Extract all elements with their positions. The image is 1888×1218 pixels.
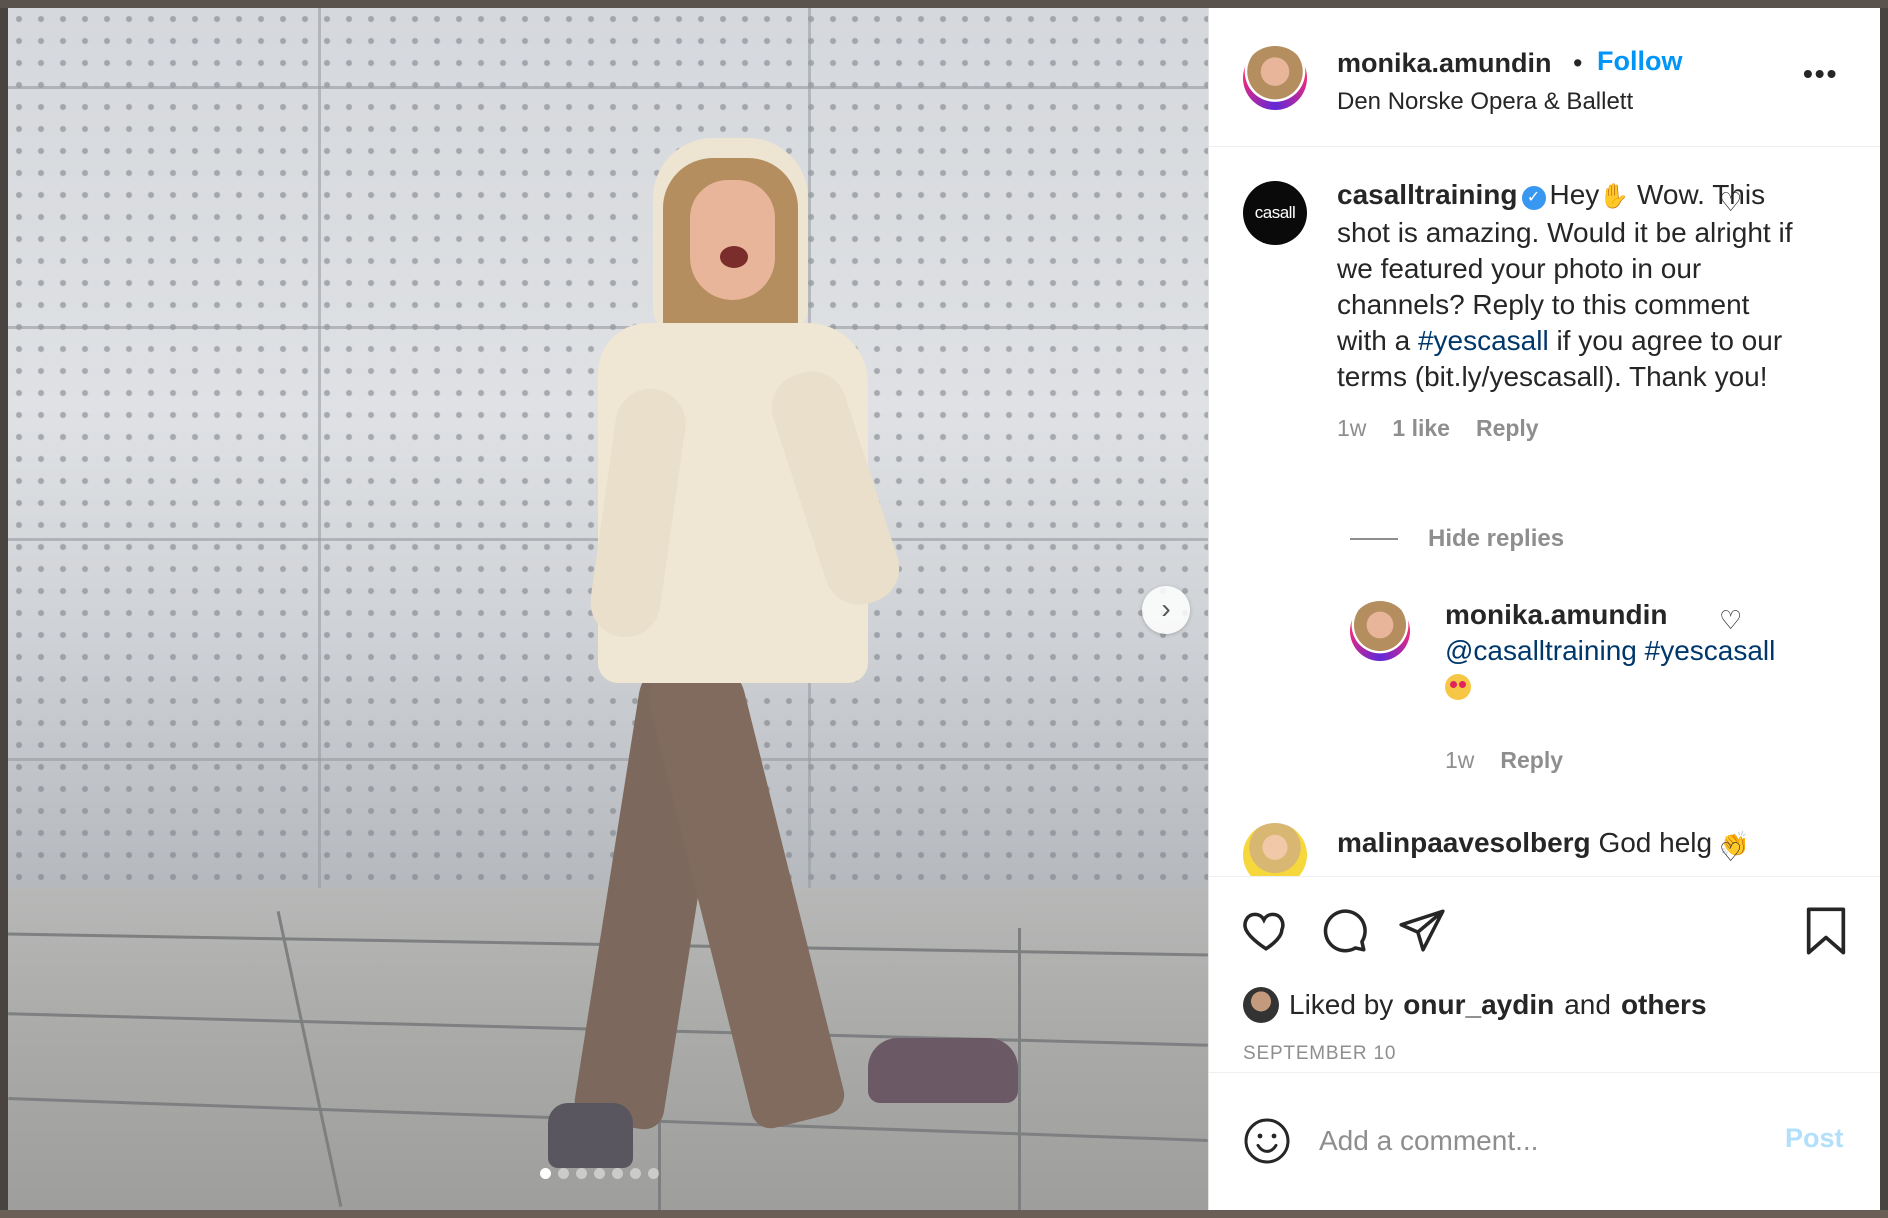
carousel-dot[interactable] xyxy=(558,1168,569,1179)
post-actions: Liked by onur_aydin and others SEPTEMBER… xyxy=(1209,876,1880,1072)
reply-avatar[interactable] xyxy=(1350,601,1410,661)
comment-username[interactable]: casalltraining xyxy=(1337,179,1518,210)
reply-body: monika.amundin @casalltraining #yescasal… xyxy=(1445,597,1805,705)
backdrop xyxy=(0,1210,1888,1218)
liked-by-summary: Liked by onur_aydin and others xyxy=(1243,987,1707,1023)
liked-by-user[interactable]: onur_aydin xyxy=(1403,989,1554,1021)
post-location[interactable]: Den Norske Opera & Ballett xyxy=(1337,88,1633,116)
carousel-dot[interactable] xyxy=(612,1168,623,1179)
carousel-dot[interactable] xyxy=(576,1168,587,1179)
post-panel: monika.amundin • Follow Den Norske Opera… xyxy=(1208,8,1880,1210)
author-username[interactable]: monika.amundin xyxy=(1337,48,1552,79)
comment-meta: 1w 1 like Reply xyxy=(1337,415,1539,442)
comment-reply-button[interactable]: Reply xyxy=(1476,415,1539,442)
save-bookmark-icon[interactable] xyxy=(1804,905,1848,957)
like-comment-heart-icon[interactable]: ♡ xyxy=(1719,187,1742,218)
post-photo[interactable]: › xyxy=(8,8,1208,1210)
chevron-right-icon: › xyxy=(1161,593,1171,624)
comment-likes[interactable]: 1 like xyxy=(1392,415,1450,442)
photo-detail xyxy=(720,246,748,268)
share-paper-plane-icon[interactable] xyxy=(1397,905,1447,955)
photo-person xyxy=(528,138,1018,1168)
emoji-smiley-icon[interactable] xyxy=(1243,1117,1291,1165)
comments-list[interactable]: casall casalltraining ✓ Hey✋ Wow. This sho… xyxy=(1209,147,1880,876)
comment-bubble-icon[interactable] xyxy=(1319,905,1369,955)
carousel-dot[interactable] xyxy=(540,1168,551,1179)
comment-text-part: Hey xyxy=(1549,179,1600,210)
carousel-dot[interactable] xyxy=(648,1168,659,1179)
reply-meta: 1w Reply xyxy=(1445,747,1563,774)
reply-reply-button[interactable]: Reply xyxy=(1500,747,1563,774)
liked-by-and: and xyxy=(1564,989,1611,1020)
comment-hashtag[interactable]: #yescasall xyxy=(1418,325,1549,356)
carousel-dot[interactable] xyxy=(594,1168,605,1179)
post-date[interactable]: SEPTEMBER 10 xyxy=(1243,1043,1396,1065)
commenter-avatar[interactable] xyxy=(1243,823,1307,876)
like-reply-heart-icon[interactable]: ♡ xyxy=(1719,605,1742,636)
divider-line xyxy=(1350,538,1398,540)
author-avatar[interactable] xyxy=(1243,46,1307,110)
reply-time: 1w xyxy=(1445,747,1475,773)
comment-input[interactable] xyxy=(1319,1119,1759,1163)
post-header: monika.amundin • Follow Den Norske Opera… xyxy=(1209,8,1880,147)
add-comment-bar: Post xyxy=(1209,1072,1880,1210)
carousel-next-button[interactable]: › xyxy=(1142,586,1190,634)
photo-detail xyxy=(1018,928,1021,1210)
photo-detail xyxy=(318,8,321,898)
verified-badge-icon: ✓ xyxy=(1521,186,1546,210)
comment-body: malinpaavesolberg God helg 👏 xyxy=(1337,827,1750,859)
reply-hashtag[interactable]: #yescasall xyxy=(1645,635,1776,666)
like-heart-icon[interactable] xyxy=(1241,905,1291,955)
post-comment-button[interactable]: Post xyxy=(1785,1123,1844,1154)
photo-detail xyxy=(690,180,775,300)
hide-replies-button[interactable]: Hide replies xyxy=(1350,525,1564,553)
reply-mention[interactable]: @casalltraining xyxy=(1445,635,1637,666)
liker-avatar[interactable] xyxy=(1243,987,1279,1023)
liked-by-prefix: Liked by xyxy=(1289,989,1394,1020)
like-comment-heart-icon[interactable]: ♡ xyxy=(1719,837,1742,868)
comment-username[interactable]: malinpaavesolberg xyxy=(1337,827,1591,858)
comment-time: 1w xyxy=(1337,415,1367,441)
backdrop xyxy=(0,0,1888,8)
post-modal: › monika.amundin • Follow Den Norske Ope… xyxy=(8,8,1880,1210)
reply-username[interactable]: monika.amundin xyxy=(1445,599,1667,630)
photo-detail xyxy=(548,1103,633,1168)
photo-detail xyxy=(8,86,1208,89)
comment-text: God helg xyxy=(1598,827,1713,858)
follow-button[interactable]: Follow xyxy=(1597,46,1682,77)
hide-replies-label: Hide replies xyxy=(1428,525,1565,552)
waving-hand-icon: ✋ xyxy=(1599,183,1630,210)
heart-eyes-emoji-icon xyxy=(1445,674,1471,700)
more-options-icon[interactable]: ••• xyxy=(1803,58,1838,90)
commenter-avatar[interactable]: casall xyxy=(1243,181,1307,245)
carousel-dot[interactable] xyxy=(630,1168,641,1179)
separator-dot: • xyxy=(1573,48,1583,78)
liked-by-others[interactable]: others xyxy=(1621,989,1707,1021)
carousel-dots xyxy=(540,1168,659,1179)
photo-detail xyxy=(868,1038,1018,1103)
